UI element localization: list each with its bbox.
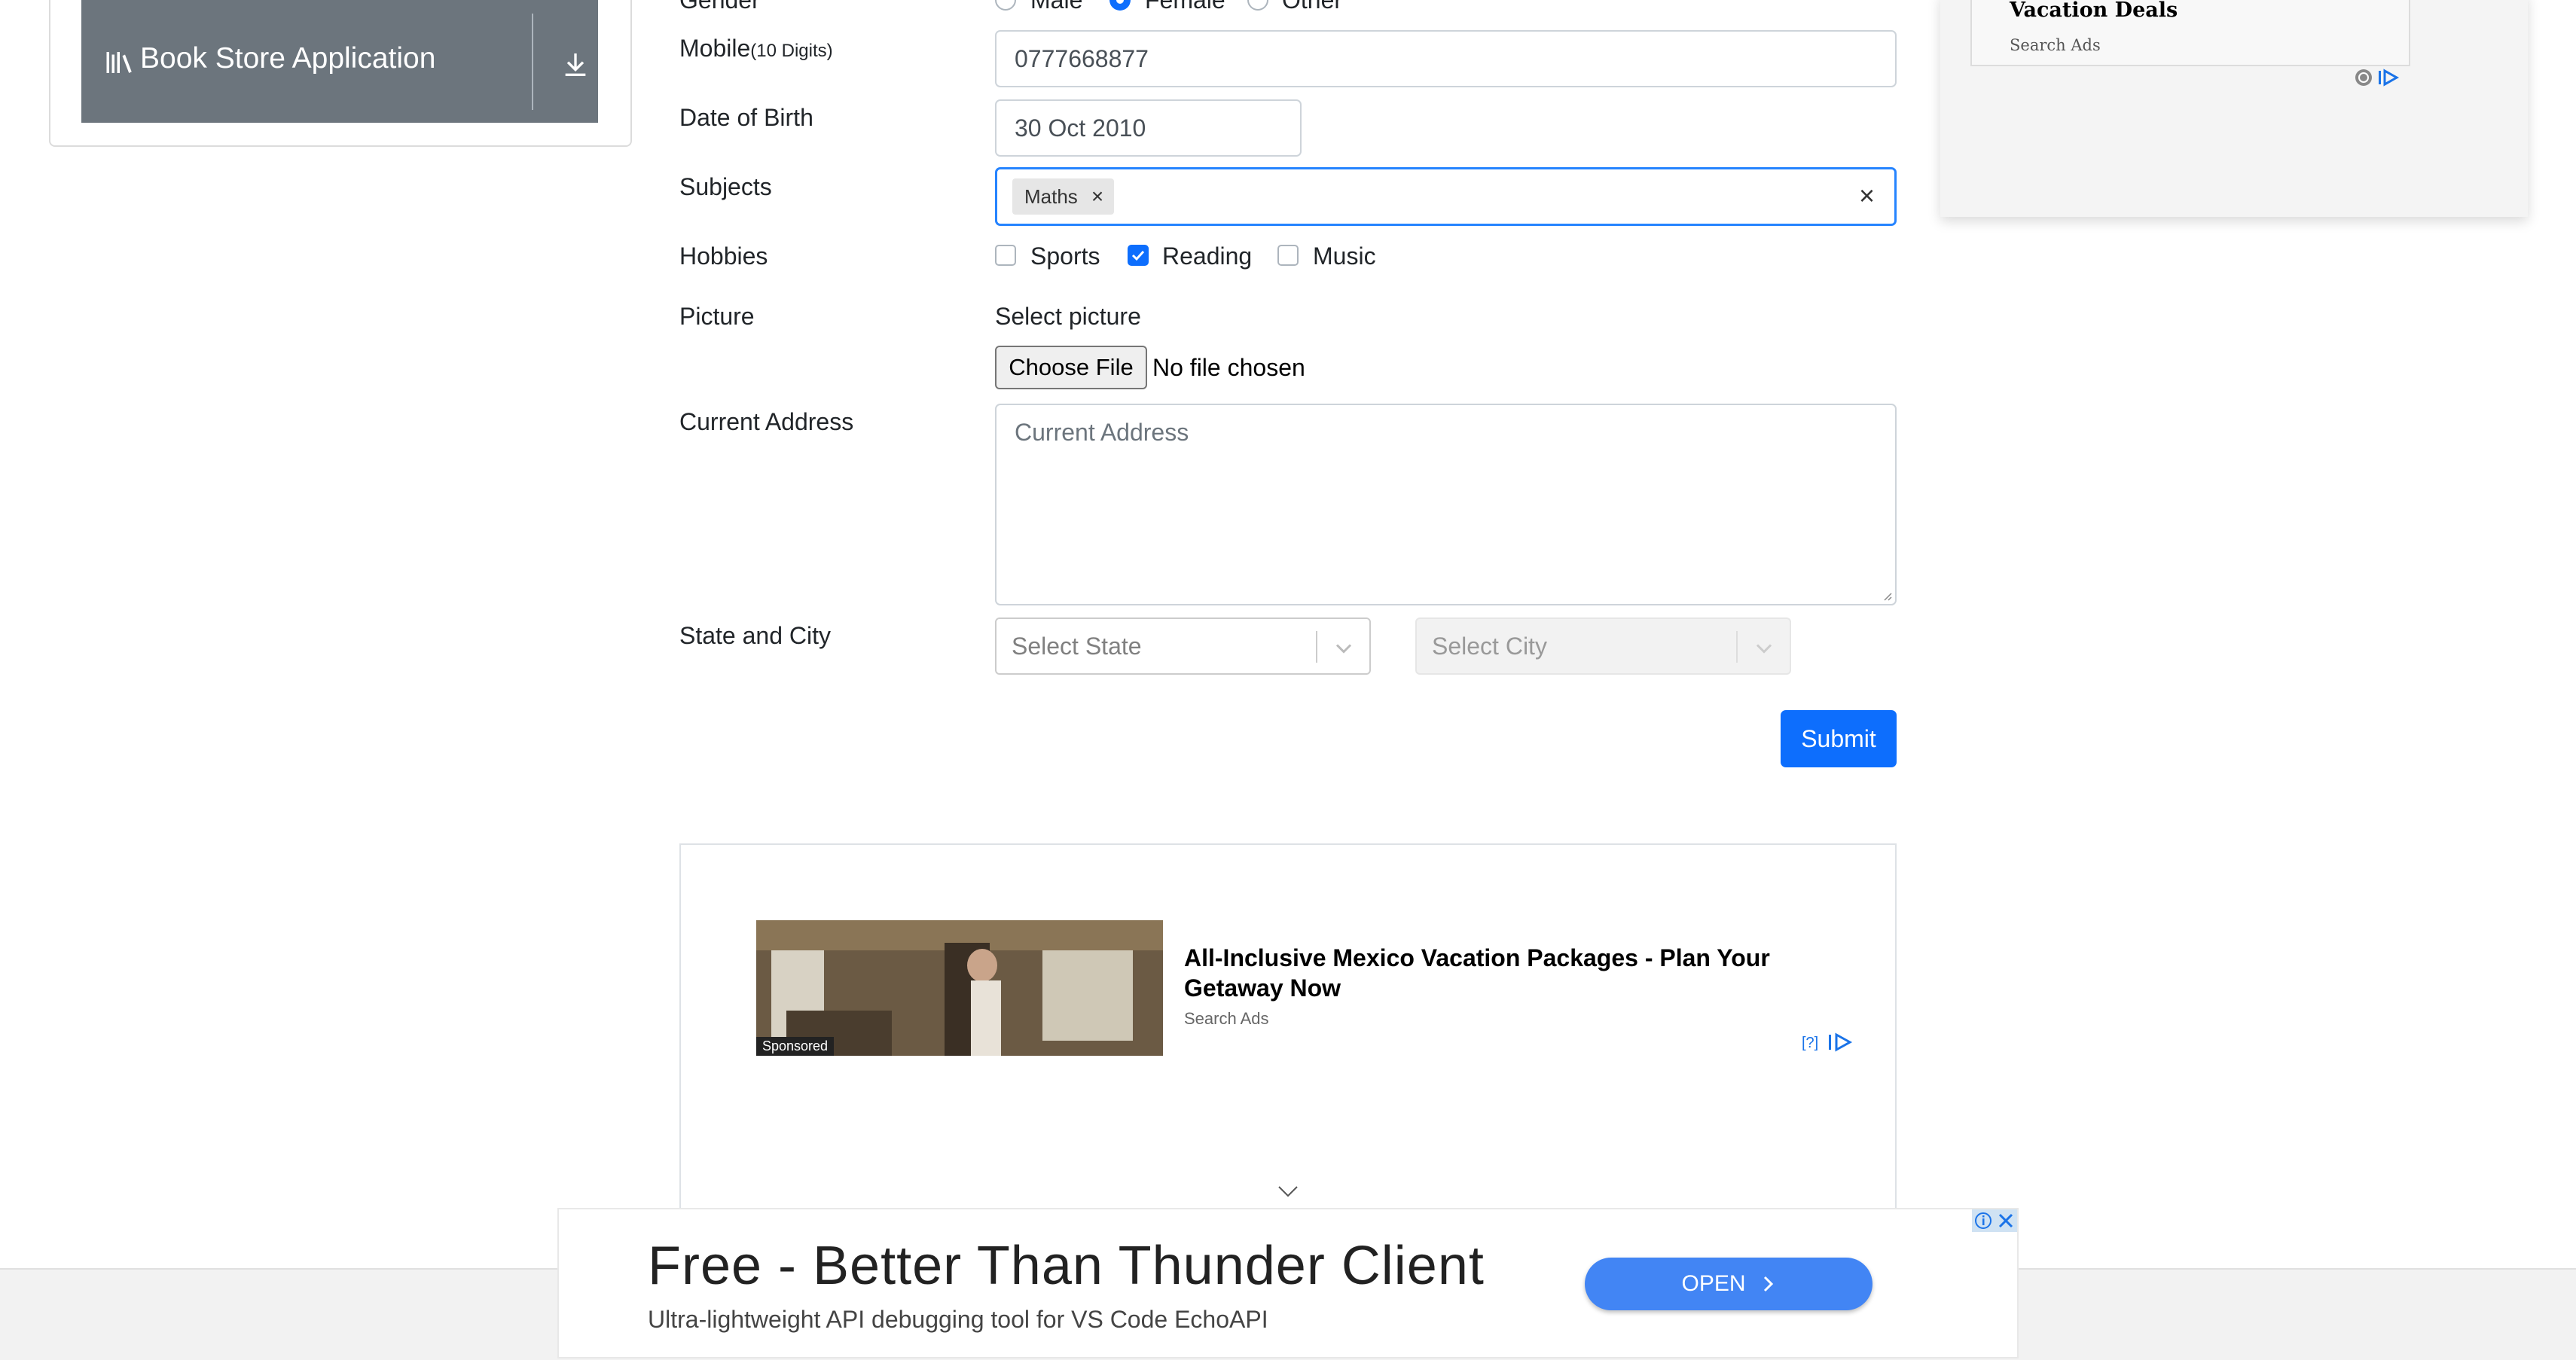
gender-male-label[interactable]: Male — [1030, 0, 1082, 14]
dob-label: Date of Birth — [679, 104, 813, 131]
file-status: No file chosen — [1152, 354, 1305, 381]
gender-other-radio[interactable] — [1247, 0, 1268, 11]
open-button-label: OPEN — [1681, 1271, 1746, 1296]
books-icon — [106, 52, 132, 73]
gender-female-radio[interactable] — [1109, 0, 1131, 11]
gender-male-radio[interactable] — [995, 0, 1016, 11]
subjects-label: Subjects — [679, 173, 772, 200]
gender-label: Gender — [679, 0, 760, 14]
select-separator — [1316, 631, 1317, 663]
gender-female-label[interactable]: Female — [1145, 0, 1225, 14]
ad-title[interactable]: All-Inclusive Mexico Vacation Packages -… — [1184, 943, 1802, 1003]
checkmark-icon — [1131, 250, 1145, 261]
state-city-label: State and City — [679, 622, 831, 649]
right-ad-card[interactable]: Vacation Deals Search Ads — [1970, 0, 2410, 66]
clear-icon[interactable]: × — [1859, 180, 1875, 212]
open-button[interactable]: OPEN — [1585, 1258, 1872, 1310]
address-placeholder: Current Address — [1015, 419, 1189, 446]
mobile-value: 0777668877 — [1015, 44, 1149, 72]
chevron-down-icon[interactable] — [1753, 637, 1775, 660]
subject-chip: Maths × — [1012, 178, 1115, 215]
hobby-music-label[interactable]: Music — [1313, 242, 1376, 270]
ad-close-icon[interactable] — [1972, 1209, 2017, 1232]
hobby-reading-checkbox[interactable] — [1128, 245, 1149, 266]
choose-file-button[interactable]: Choose File — [995, 346, 1147, 389]
select-separator — [1736, 631, 1738, 663]
dob-value: 30 Oct 2010 — [1015, 114, 1146, 142]
address-label: Current Address — [679, 408, 854, 435]
right-ad-container: Vacation Deals Search Ads — [1940, 0, 2528, 217]
sponsored-badge: Sponsored — [756, 1037, 835, 1056]
resize-handle-icon[interactable] — [1880, 589, 1892, 601]
submit-button[interactable]: Submit — [1781, 710, 1897, 767]
mobile-field[interactable]: 0777668877 — [995, 30, 1897, 87]
adchoices-icon[interactable] — [2355, 66, 2403, 89]
subjects-input[interactable]: Maths × × — [995, 167, 1897, 226]
mobile-label: Mobile(10 Digits) — [679, 35, 833, 62]
state-placeholder: Select State — [1012, 633, 1142, 660]
right-ad-title[interactable]: Vacation Deals — [2010, 0, 2178, 22]
subject-chip-label: Maths — [1024, 184, 1078, 208]
hobbies-label: Hobbies — [679, 242, 768, 270]
chevron-down-icon[interactable] — [1332, 637, 1355, 660]
banner-headline[interactable]: Free - Better Than Thunder Client — [648, 1235, 1485, 1297]
ad-help[interactable]: [?] — [1802, 1035, 1818, 1052]
city-placeholder: Select City — [1432, 633, 1547, 660]
current-address-textarea[interactable]: Current Address — [995, 404, 1897, 605]
city-select[interactable]: Select City — [1415, 617, 1791, 675]
ad-source: Search Ads — [1184, 1009, 1269, 1028]
state-select[interactable]: Select State — [995, 617, 1371, 675]
download-icon[interactable] — [560, 48, 591, 81]
hobby-sports-checkbox[interactable] — [995, 245, 1016, 266]
divider — [532, 14, 533, 110]
ad-image[interactable]: Sponsored — [756, 920, 1163, 1056]
hobby-music-checkbox[interactable] — [1277, 245, 1299, 266]
adchoices-icon[interactable] — [1827, 1032, 1853, 1053]
banner-subtext: Ultra-lightweight API debugging tool for… — [648, 1306, 1268, 1333]
gender-other-label[interactable]: Other — [1282, 0, 1342, 14]
chevron-right-icon — [1763, 1276, 1773, 1292]
picture-label: Picture — [679, 303, 755, 330]
chevron-down-icon[interactable] — [1276, 1184, 1300, 1199]
hobby-reading-label[interactable]: Reading — [1162, 242, 1252, 270]
hobby-sports-label[interactable]: Sports — [1030, 242, 1100, 270]
sidebar-item-label: Book Store Application — [140, 42, 436, 75]
select-picture-text: Select picture — [995, 303, 1141, 330]
chip-remove-icon[interactable]: × — [1091, 184, 1103, 209]
sidebar-item-book-store[interactable]: Book Store Application — [81, 0, 598, 123]
banner-ad[interactable]: Free - Better Than Thunder Client Ultra-… — [557, 1208, 2019, 1358]
right-ad-source: Search Ads — [2010, 36, 2101, 54]
dob-field[interactable]: 30 Oct 2010 — [995, 99, 1302, 157]
mobile-hint: (10 Digits) — [750, 41, 833, 61]
